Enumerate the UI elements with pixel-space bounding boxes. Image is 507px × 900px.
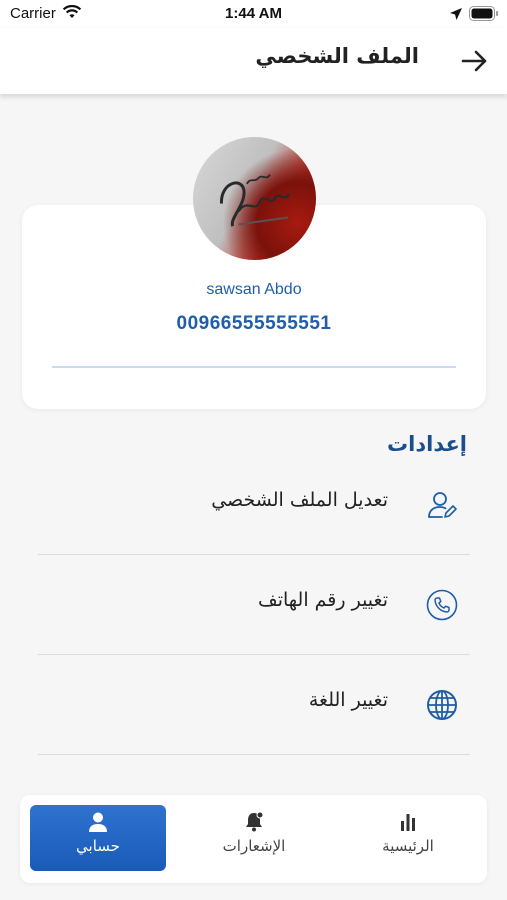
menu-item-label: تغيير رقم الهاتف	[258, 589, 388, 611]
clock: 1:44 AM	[225, 5, 282, 22]
menu-item-edit-profile[interactable]: تعديل الملف الشخصي	[38, 455, 470, 555]
menu-item-label: تعديل الملف الشخصي	[211, 489, 388, 511]
nav-item-notifications[interactable]: الإشعارات	[186, 805, 322, 871]
settings-title: إعدادات	[387, 432, 467, 456]
user-icon	[87, 811, 109, 833]
page-title: الملف الشخصي	[255, 44, 419, 68]
bar-chart-icon	[397, 811, 419, 833]
location-arrow-icon	[449, 6, 463, 25]
battery-icon	[469, 6, 499, 25]
menu-item-change-language[interactable]: تغيير اللغة	[38, 655, 470, 755]
menu-item-change-phone[interactable]: تغيير رقم الهاتف	[38, 555, 470, 655]
user-edit-icon	[426, 489, 458, 521]
sawsan-logo-image	[219, 174, 290, 227]
nav-item-label: الإشعارات	[222, 837, 286, 855]
phone-icon	[426, 589, 458, 621]
globe-icon	[426, 689, 458, 721]
nav-item-label: حسابي	[76, 837, 120, 855]
nav-item-label: الرئيسية	[382, 837, 434, 855]
profile-name: sawsan Abdo	[206, 281, 302, 298]
nav-item-my-account[interactable]: حسابي	[30, 805, 166, 871]
app-header: الملف الشخصي	[0, 28, 507, 94]
back-arrow-icon[interactable]	[459, 46, 489, 76]
avatar	[193, 137, 316, 260]
status-bar: Carrier 1:44 AM	[0, 0, 507, 28]
menu-item-label: تغيير اللغة	[308, 689, 388, 711]
profile-phone: 00966555555551	[176, 313, 332, 334]
nav-item-home[interactable]: الرئيسية	[340, 805, 476, 871]
bell-icon	[243, 811, 265, 833]
divider	[52, 366, 456, 368]
bottom-nav: حسابي الإشعارات الرئيسية	[20, 795, 487, 883]
